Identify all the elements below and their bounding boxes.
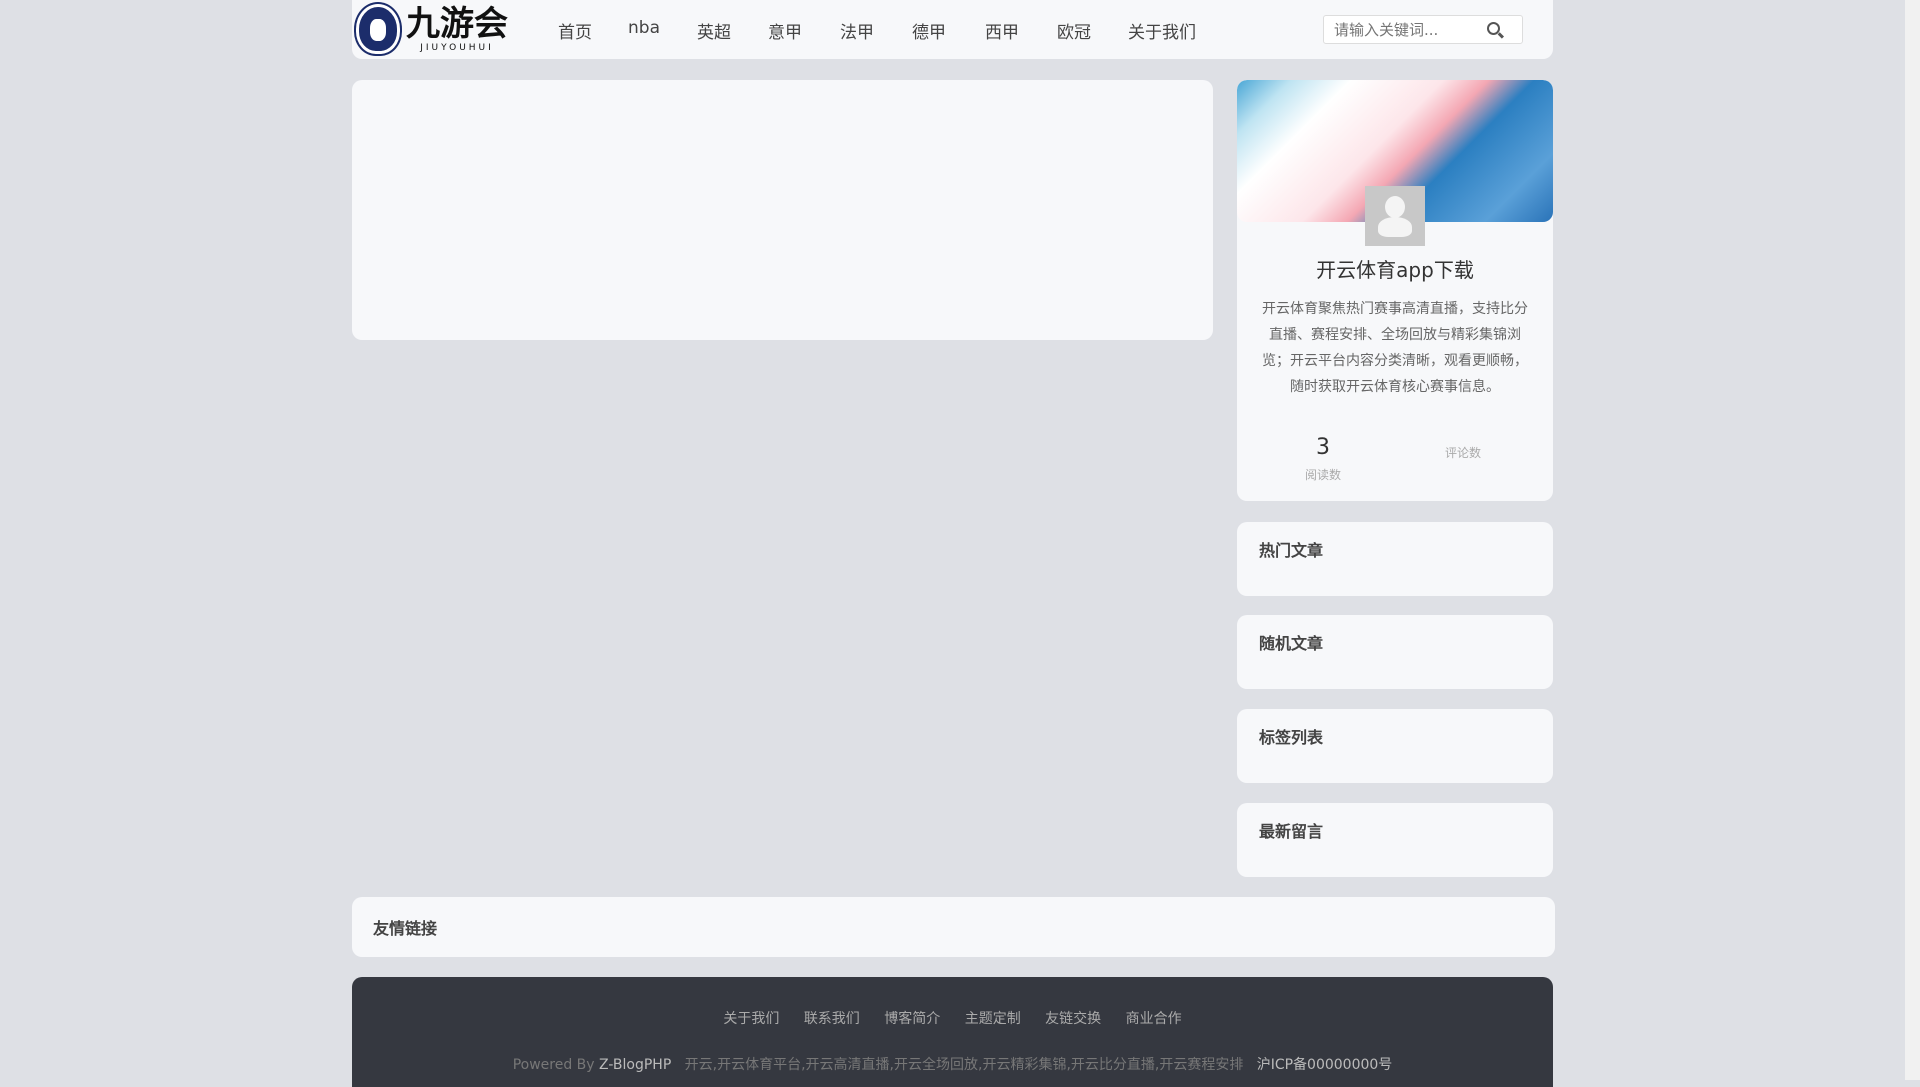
footer-link-about[interactable]: 关于我们 [723,1011,779,1027]
profile-description: 开云体育聚焦热门赛事高清直播，支持比分直播、赛程安排、全场回放与精彩集锦浏览；开… [1262,301,1528,395]
nav-la-liga[interactable]: 西甲 [985,18,1019,43]
site-header: 九游会 JIUYOUHUI 首页 nba 英超 意甲 法甲 德甲 西甲 欧冠 关于… [352,0,1553,59]
nav-premier-league[interactable]: 英超 [697,18,731,43]
lion-logo-icon [356,4,400,54]
profile-name: 开云体育app下载 [1316,258,1474,282]
search-box [1323,15,1523,44]
widget-title: 最新留言 [1259,822,1324,841]
widget-title: 标签列表 [1259,728,1324,747]
scrollbar[interactable] [1905,0,1920,1080]
footer-keywords: 开云,开云体育平台,开云高清直播,开云全场回放,开云精彩集锦,开云比分直播,开云… [684,1057,1244,1073]
logo-text: 九游会 [406,4,508,44]
zblog-link[interactable]: Z-BlogPHP [599,1057,671,1073]
views-label: 阅读数 [1304,468,1341,482]
nav-nba[interactable]: nba [628,18,660,38]
footer-link-exchange[interactable]: 友链交换 [1045,1011,1101,1027]
latest-comments-widget: 最新留言 [1237,803,1553,877]
nav-serie-a[interactable]: 意甲 [768,18,802,43]
views-count: 3 [1316,435,1330,460]
search-icon[interactable] [1487,22,1500,35]
site-logo[interactable]: 九游会 JIUYOUHUI [356,4,508,54]
search-input[interactable] [1324,16,1474,43]
footer-link-theme[interactable]: 主题定制 [965,1011,1021,1027]
logo-subtext: JIUYOUHUI [420,43,494,53]
friend-links-card: 友情链接 [352,897,1555,957]
footer-link-contact[interactable]: 联系我们 [804,1011,860,1027]
powered-by: Powered By [512,1057,595,1073]
nav-home[interactable]: 首页 [558,18,592,43]
nav-champions-league[interactable]: 欧冠 [1057,18,1091,43]
random-articles-widget: 随机文章 [1237,615,1553,689]
main-content-card [352,80,1213,340]
widget-title: 热门文章 [1259,541,1324,560]
nav-ligue-1[interactable]: 法甲 [840,18,874,43]
comments-label: 评论数 [1444,446,1481,460]
hot-articles-widget: 热门文章 [1237,522,1553,596]
icp-link[interactable]: 沪ICP备00000000号 [1257,1057,1393,1073]
profile-card: 开云体育app下载 开云体育聚焦热门赛事高清直播，支持比分直播、赛程安排、全场回… [1237,80,1553,501]
views-stat: 3 阅读数 [1273,435,1373,483]
friend-links-title: 友情链接 [373,919,438,938]
nav-about-us[interactable]: 关于我们 [1128,18,1196,43]
comments-stat: 评论数 [1413,444,1513,461]
tag-list-widget: 标签列表 [1237,709,1553,783]
widget-title: 随机文章 [1259,634,1324,653]
site-footer: 关于我们 联系我们 博客简介 主题定制 友链交换 商业合作 Powered By… [352,977,1553,1087]
footer-link-business[interactable]: 商业合作 [1126,1011,1182,1027]
nav-bundesliga[interactable]: 德甲 [912,18,946,43]
footer-link-blog-intro[interactable]: 博客简介 [884,1011,940,1027]
avatar [1365,186,1425,246]
